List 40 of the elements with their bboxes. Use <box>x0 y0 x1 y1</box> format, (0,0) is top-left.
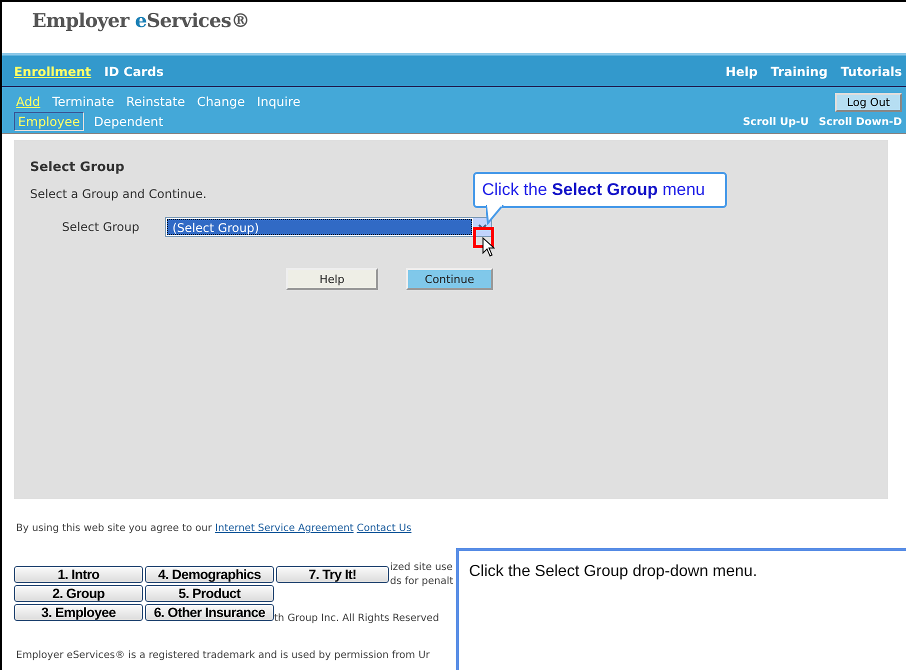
nav-tab[interactable]: Enrollment <box>14 64 92 78</box>
footer-link[interactable]: Internet Service Agreement <box>215 523 354 534</box>
tutorial-step-button[interactable]: 5. Product <box>145 585 274 602</box>
nav-link[interactable]: Help <box>726 64 758 78</box>
nav-link[interactable]: Tutorials <box>840 64 902 78</box>
tutorial-step-button[interactable]: 3. Employee <box>14 604 143 621</box>
agreement-text: By using this web site you agree to our Internet Service Agreement Contact Us <box>16 523 412 534</box>
callout-pointer <box>486 205 506 225</box>
trademark-text: Employer eServices® is a registered trademark and is used by permission from Ur <box>16 650 430 662</box>
chevron-down-icon <box>478 224 487 230</box>
panel-title: Select Group <box>30 160 124 175</box>
tutorial-step-button[interactable]: 2. Group <box>14 585 143 602</box>
type-tab[interactable]: Dependent <box>90 112 168 131</box>
help-button[interactable]: Help <box>286 268 378 290</box>
action-tab[interactable]: Change <box>195 92 247 110</box>
scroll-link[interactable]: Scroll Up-U <box>742 116 809 128</box>
action-tab[interactable]: Reinstate <box>124 92 188 110</box>
nav-link[interactable]: Training <box>770 64 828 78</box>
logout-button[interactable]: Log Out <box>834 93 902 112</box>
legal-text: ds for penalt <box>390 576 454 588</box>
nav-tab[interactable]: ID Cards <box>104 64 164 78</box>
tutorial-step-button[interactable]: 4. Demographics <box>145 566 274 583</box>
instruction-text: Select a Group and Continue. <box>30 187 207 201</box>
legal-text: th Group Inc. All Rights Reserved <box>274 613 440 625</box>
legal-text: ized site use <box>390 562 453 574</box>
group-select[interactable]: (Select Group) <box>165 217 492 237</box>
tutorial-step-button[interactable]: 6. Other Insurance <box>145 604 274 621</box>
type-tab[interactable]: Employee <box>14 112 84 131</box>
scroll-link[interactable]: Scroll Down-D <box>818 116 902 128</box>
tutorial-step-button[interactable]: 1. Intro <box>14 566 143 583</box>
action-tab[interactable]: Inquire <box>254 92 302 110</box>
instruction-box: Click the Select Group drop-down menu. <box>456 548 906 670</box>
footer-link[interactable]: Contact Us <box>356 523 412 534</box>
logo: Employer eServices® <box>32 10 251 32</box>
continue-button[interactable]: Continue <box>406 268 493 290</box>
tutorial-step-button[interactable]: 7. Try It! <box>276 566 389 583</box>
field-label: Select Group <box>62 220 140 234</box>
cursor-icon <box>482 237 495 258</box>
action-tab[interactable]: Add <box>14 92 42 110</box>
action-tab[interactable]: Terminate <box>50 92 116 110</box>
